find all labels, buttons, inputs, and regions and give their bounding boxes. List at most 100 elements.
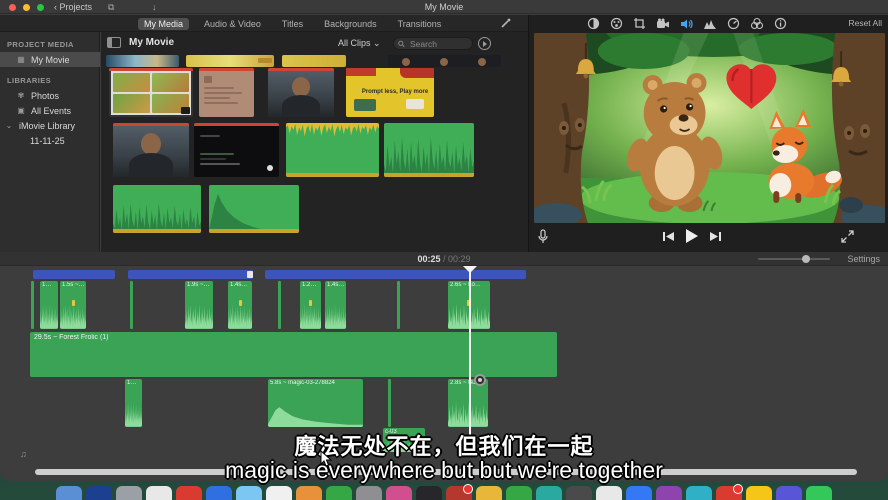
search-field[interactable] [393,37,473,50]
play-icon[interactable] [684,228,699,244]
sidebar-item-all-events[interactable]: ▣ All Events [0,103,100,118]
dock-icon[interactable] [686,486,712,500]
dock-icon[interactable] [716,486,742,500]
title-clip[interactable] [33,270,115,279]
sidebar-item-photos[interactable]: ✾ Photos [0,88,100,103]
audio-clip[interactable]: 1.4s… [325,281,346,329]
timeline-zoom-slider[interactable] [758,258,830,260]
audio-clip-stub[interactable] [388,379,391,427]
color-correction-palette-icon[interactable] [610,17,623,30]
audio-clip[interactable]: 1.4s… [228,281,252,329]
dock-icon[interactable] [206,486,232,500]
audio-clip-stub[interactable] [278,281,281,329]
skip-forward-icon[interactable] [709,231,722,242]
viewer-preview-image [534,33,885,223]
slider-thumb[interactable] [802,255,810,263]
audio-clip[interactable]: 1.5s ~… [60,281,86,329]
media-thumbnail-audio[interactable] [384,123,474,177]
dock-icon[interactable] [566,486,592,500]
media-thumbnail-audio[interactable] [113,185,201,233]
timeline-settings-button[interactable]: Settings [847,254,880,264]
music-clip[interactable]: 29.5s ~ Forest Frolic (1) [30,332,557,377]
info-icon[interactable] [774,17,787,30]
dock-icon[interactable] [116,486,142,500]
library-sidebar: PROJECT MEDIA ▦ My Movie LIBRARIES ✾ Pho… [0,32,100,252]
voiceover-mic-icon[interactable] [537,229,549,245]
volume-icon[interactable] [680,18,693,30]
playhead[interactable] [469,266,471,456]
fullscreen-icon[interactable] [841,230,854,243]
playhead-handle[interactable] [463,266,477,273]
audio-clip[interactable]: 5.8s ~ magic-03-278824 [268,379,363,427]
color-balance-icon[interactable] [587,17,600,30]
media-thumbnail-presenter[interactable] [268,68,334,117]
dock-icon[interactable] [56,486,82,500]
dock-icon[interactable] [776,486,802,500]
screen: ‹ Projects ⧉ ↓ My Movie My Media Audio &… [0,0,888,500]
media-thumbnail-storyboard[interactable] [109,68,193,117]
all-clips-dropdown[interactable]: All Clips ⌄ [338,38,381,49]
media-thumbnail-audio[interactable] [209,185,299,233]
tab-backgrounds[interactable]: Backgrounds [318,18,383,30]
sidebar-item-my-movie[interactable]: ▦ My Movie [0,52,100,67]
dock-icon[interactable] [176,486,202,500]
title-clip[interactable] [265,270,526,279]
dock-icon[interactable] [506,486,532,500]
dock-icon[interactable] [626,486,652,500]
dock-icon[interactable] [326,486,352,500]
dock-icon[interactable] [356,486,382,500]
crop-icon[interactable] [633,17,646,30]
enhance-wand-icon[interactable] [499,17,512,30]
reset-all-button[interactable]: Reset All [848,18,882,28]
dock-icon[interactable] [146,486,172,500]
sidebar-item-event-date[interactable]: 11-11-25 [0,133,100,148]
stabilization-camera-icon[interactable] [656,18,670,30]
search-input[interactable] [408,38,468,50]
skip-back-icon[interactable] [662,231,675,242]
noise-reduction-icon[interactable] [703,18,717,30]
dock-icon[interactable] [266,486,292,500]
speed-gauge-icon[interactable] [727,17,740,30]
sidebar-item-imovie-library[interactable]: ⌄ iMovie Library [0,118,100,133]
dock-icon[interactable] [476,486,502,500]
audio-clip-stub[interactable] [397,281,400,329]
clip-volume-badge[interactable] [474,374,486,386]
browser-forward-icon[interactable] [478,37,491,50]
media-thumbnail-audio[interactable] [286,123,379,177]
dock-icon[interactable] [806,486,832,500]
audio-clip[interactable]: 1… [40,281,58,329]
dock-icon[interactable] [656,486,682,500]
audio-clip-stub[interactable] [31,281,34,329]
disclosure-triangle-icon[interactable]: ⌄ [4,121,14,130]
media-thumbnail[interactable] [282,55,346,67]
media-thumbnail-presenter[interactable] [113,123,189,177]
tab-my-media[interactable]: My Media [138,18,189,30]
audio-clip[interactable]: 1.9s ~… [185,281,213,329]
media-thumbnail-document[interactable] [199,68,254,117]
sidebar-toggle-icon[interactable] [107,37,121,48]
media-thumbnail[interactable] [186,55,274,67]
audio-clip[interactable]: 1.2… [300,281,321,329]
audio-clip[interactable]: 1… [125,379,142,427]
media-thumbnail-screen-recording[interactable] [194,123,279,177]
media-thumbnail[interactable] [106,55,179,67]
tab-audio-video[interactable]: Audio & Video [198,18,267,30]
dock-icon[interactable] [86,486,112,500]
tab-titles[interactable]: Titles [276,18,309,30]
dock-icon[interactable] [236,486,262,500]
dock-icon[interactable] [416,486,442,500]
dock-icon[interactable] [386,486,412,500]
title-clip[interactable] [128,270,253,279]
media-thumbnail-promo[interactable]: Prompt less, Play more [346,68,434,117]
dock-icon[interactable] [536,486,562,500]
audio-clip[interactable]: 2.8s ~ Bub… [448,379,488,427]
dock-icon[interactable] [596,486,622,500]
dock-icon[interactable] [296,486,322,500]
audio-clip-stub[interactable] [130,281,133,329]
dock-icon[interactable] [746,486,772,500]
dock-icon[interactable] [446,486,472,500]
media-thumbnail[interactable] [388,55,501,67]
tab-transitions[interactable]: Transitions [392,18,448,30]
clip-filter-icon[interactable] [750,17,764,30]
viewer-preview[interactable] [534,33,885,223]
